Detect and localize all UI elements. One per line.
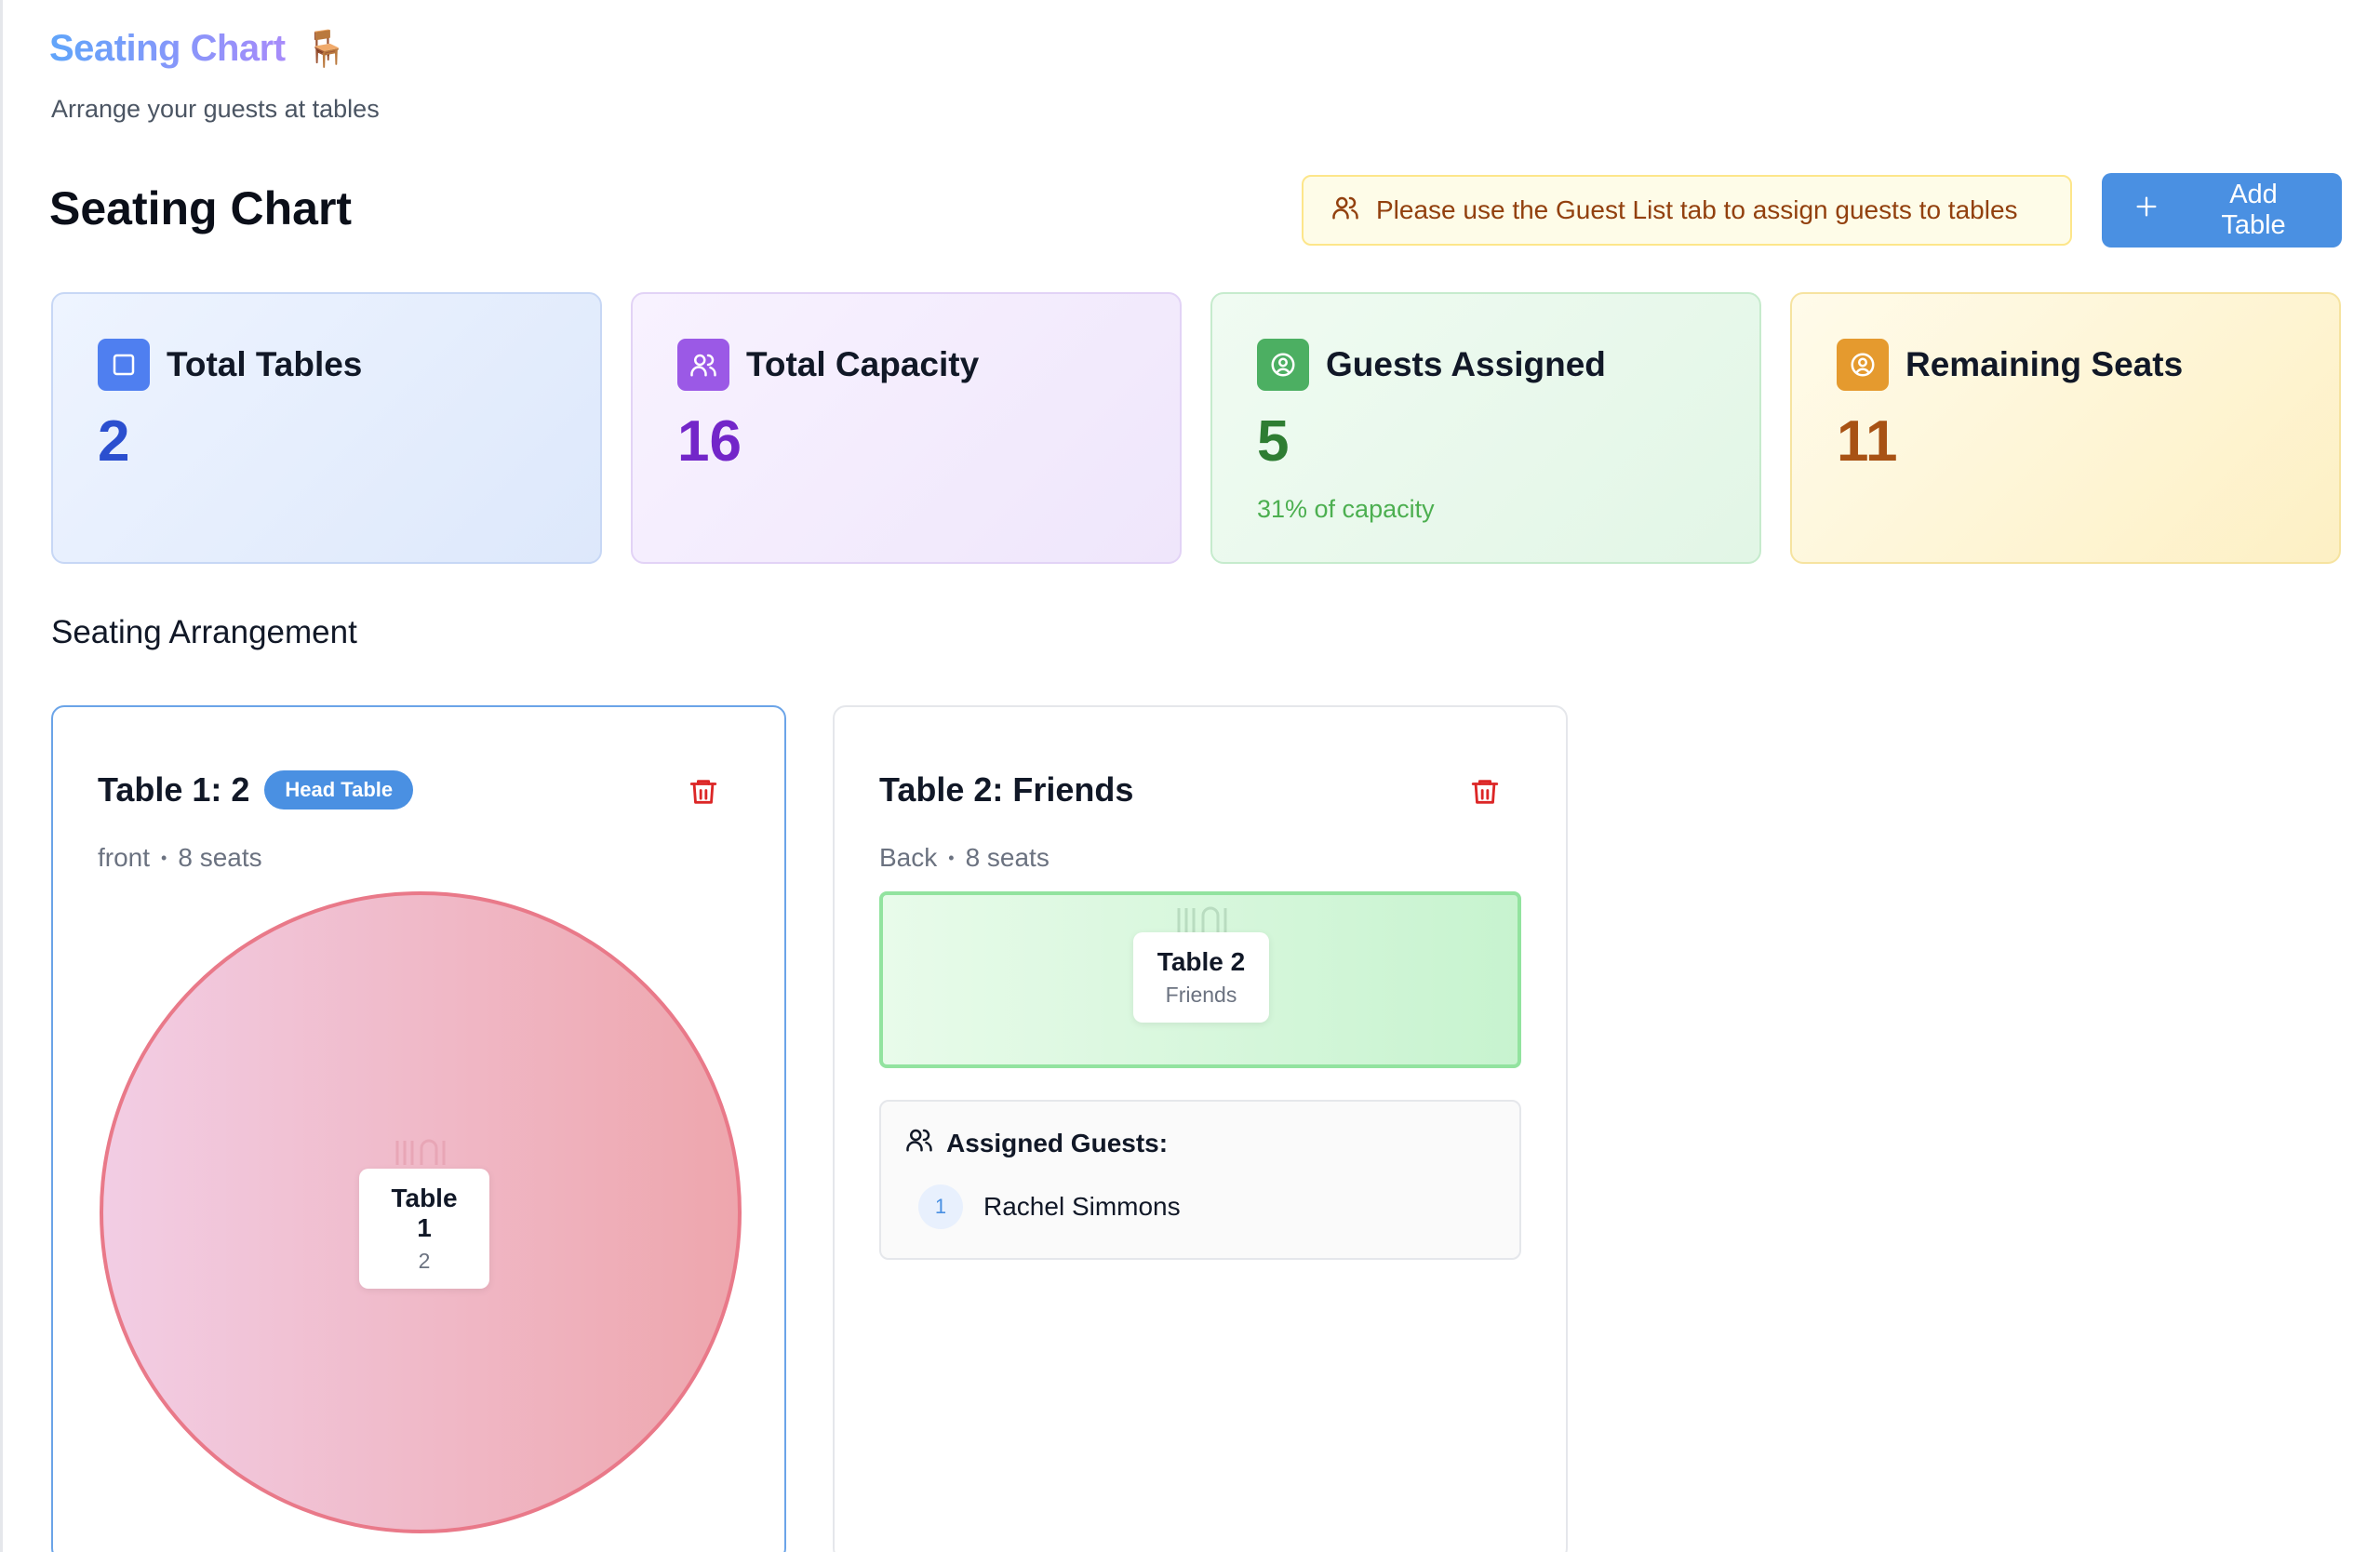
- trash-icon[interactable]: [688, 776, 719, 812]
- stat-value: 16: [677, 409, 742, 474]
- assigned-guests-panel: Assigned Guests: 1 Rachel Simmons: [879, 1100, 1521, 1260]
- table-seats: 8 seats: [178, 843, 262, 872]
- chair-icon: 🪑: [303, 29, 348, 69]
- user-circle-icon: [1837, 339, 1889, 391]
- trash-icon[interactable]: [1469, 776, 1501, 812]
- square-icon: [98, 339, 150, 391]
- meta-separator: •: [161, 848, 167, 867]
- meta-separator: •: [948, 848, 955, 867]
- stat-value: 2: [98, 409, 130, 474]
- head-table-badge: Head Table: [264, 770, 414, 809]
- stat-label: Total Capacity: [746, 345, 980, 383]
- plate-name: Table 1: [391, 1184, 458, 1242]
- table-location: front: [98, 843, 151, 872]
- stat-label: Guests Assigned: [1326, 345, 1606, 383]
- capacity-note: 31% of capacity: [1257, 495, 1435, 523]
- plate-sub: Friends: [1165, 983, 1237, 1007]
- guest-number: 1: [918, 1184, 963, 1229]
- stat-value: 11: [1837, 409, 1898, 474]
- stat-label: Total Tables: [167, 345, 363, 383]
- stat-label: Remaining Seats: [1905, 345, 2184, 383]
- stat-guests-assigned: Guests Assigned 5 31% of capacity: [1210, 292, 1761, 564]
- users-icon: [1331, 194, 1359, 228]
- assigned-label: Assigned Guests:: [946, 1128, 1169, 1157]
- table-seats: 8 seats: [965, 843, 1050, 872]
- table-title: Table 2: Friends: [879, 770, 1134, 809]
- page: Seating Chart 🪑 Arrange your guests at t…: [0, 0, 2380, 1552]
- add-table-label: Add Table: [2221, 180, 2286, 240]
- stat-total-tables: Total Tables 2: [51, 292, 602, 564]
- guest-item: 1 Rachel Simmons: [905, 1184, 1495, 1229]
- app-subtitle: Arrange your guests at tables: [51, 95, 380, 123]
- user-circle-icon: [1257, 339, 1309, 391]
- table-title: Table 1: 2: [98, 770, 250, 809]
- table-plate: Table 2 Friends: [1133, 932, 1269, 1023]
- users-icon: [677, 339, 729, 391]
- assign-notice: Please use the Guest List tab to assign …: [1302, 175, 2072, 246]
- app-title: Seating Chart 🪑: [49, 28, 348, 70]
- stat-total-capacity: Total Capacity 16: [631, 292, 1182, 564]
- table-location: Back: [879, 843, 938, 872]
- table-plate: Table 1 2: [359, 1169, 489, 1289]
- stat-remaining-seats: Remaining Seats 11: [1790, 292, 2341, 564]
- notice-text: Please use the Guest List tab to assign …: [1376, 195, 2018, 224]
- plate-sub: 2: [418, 1249, 431, 1273]
- rect-table-shape[interactable]: Table 2 Friends: [879, 891, 1521, 1068]
- table-card-1[interactable]: Table 1: 2 Head Table front • 8 seats Ta…: [51, 705, 786, 1552]
- app-title-text: Seating Chart: [49, 28, 286, 69]
- plus-icon: [2133, 194, 2159, 227]
- arrangement-title: Seating Arrangement: [51, 614, 357, 650]
- plate-name: Table 2: [1157, 947, 1246, 976]
- utensils-icon: [392, 1139, 451, 1171]
- guest-name: Rachel Simmons: [983, 1192, 1181, 1221]
- users-icon: [905, 1126, 933, 1160]
- table-card-2[interactable]: Table 2: Friends Back • 8 seats Table 2 …: [833, 705, 1568, 1552]
- add-table-button[interactable]: Add Table: [2102, 173, 2342, 248]
- stat-value: 5: [1257, 409, 1290, 474]
- page-title: Seating Chart: [49, 182, 353, 234]
- round-table-shape[interactable]: Table 1 2: [100, 891, 742, 1533]
